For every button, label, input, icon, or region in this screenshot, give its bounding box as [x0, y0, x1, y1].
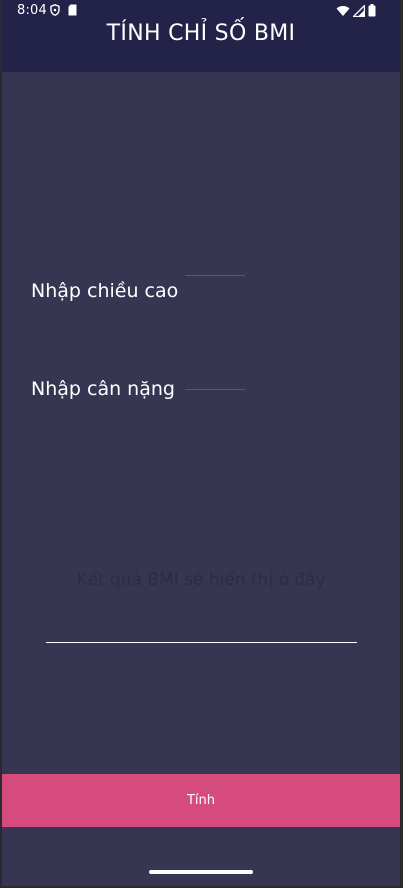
height-input-underline	[185, 275, 245, 276]
wifi-icon	[336, 5, 350, 21]
home-indicator[interactable]	[149, 870, 253, 874]
battery-icon	[368, 4, 376, 21]
bmi-result-text: Kết quả BMI sẽ hiển thị ở đây	[76, 570, 326, 590]
calculate-button[interactable]: Tính	[2, 774, 400, 827]
status-time: 8:04	[17, 3, 47, 18]
height-input[interactable]	[185, 254, 245, 274]
signal-icon	[351, 3, 366, 21]
app-screen: 8:04 TÍNH CHỈ SỐ BMI Nhập chiều cao Nhập…	[2, 0, 400, 886]
weight-label: Nhập cân nặng	[31, 378, 175, 400]
status-bar: 8:04	[2, 0, 400, 22]
height-label: Nhập chiều cao	[31, 280, 179, 302]
page-title: TÍNH CHỈ SỐ BMI	[106, 21, 296, 46]
weight-input-underline	[185, 389, 245, 390]
status-left-icons	[50, 4, 77, 20]
result-underline	[46, 642, 357, 643]
weight-input[interactable]	[185, 368, 245, 388]
status-right-icons	[336, 3, 376, 21]
app-bar: 8:04 TÍNH CHỈ SỐ BMI	[2, 0, 400, 72]
shield-icon	[50, 4, 60, 20]
sd-card-icon	[68, 4, 77, 20]
